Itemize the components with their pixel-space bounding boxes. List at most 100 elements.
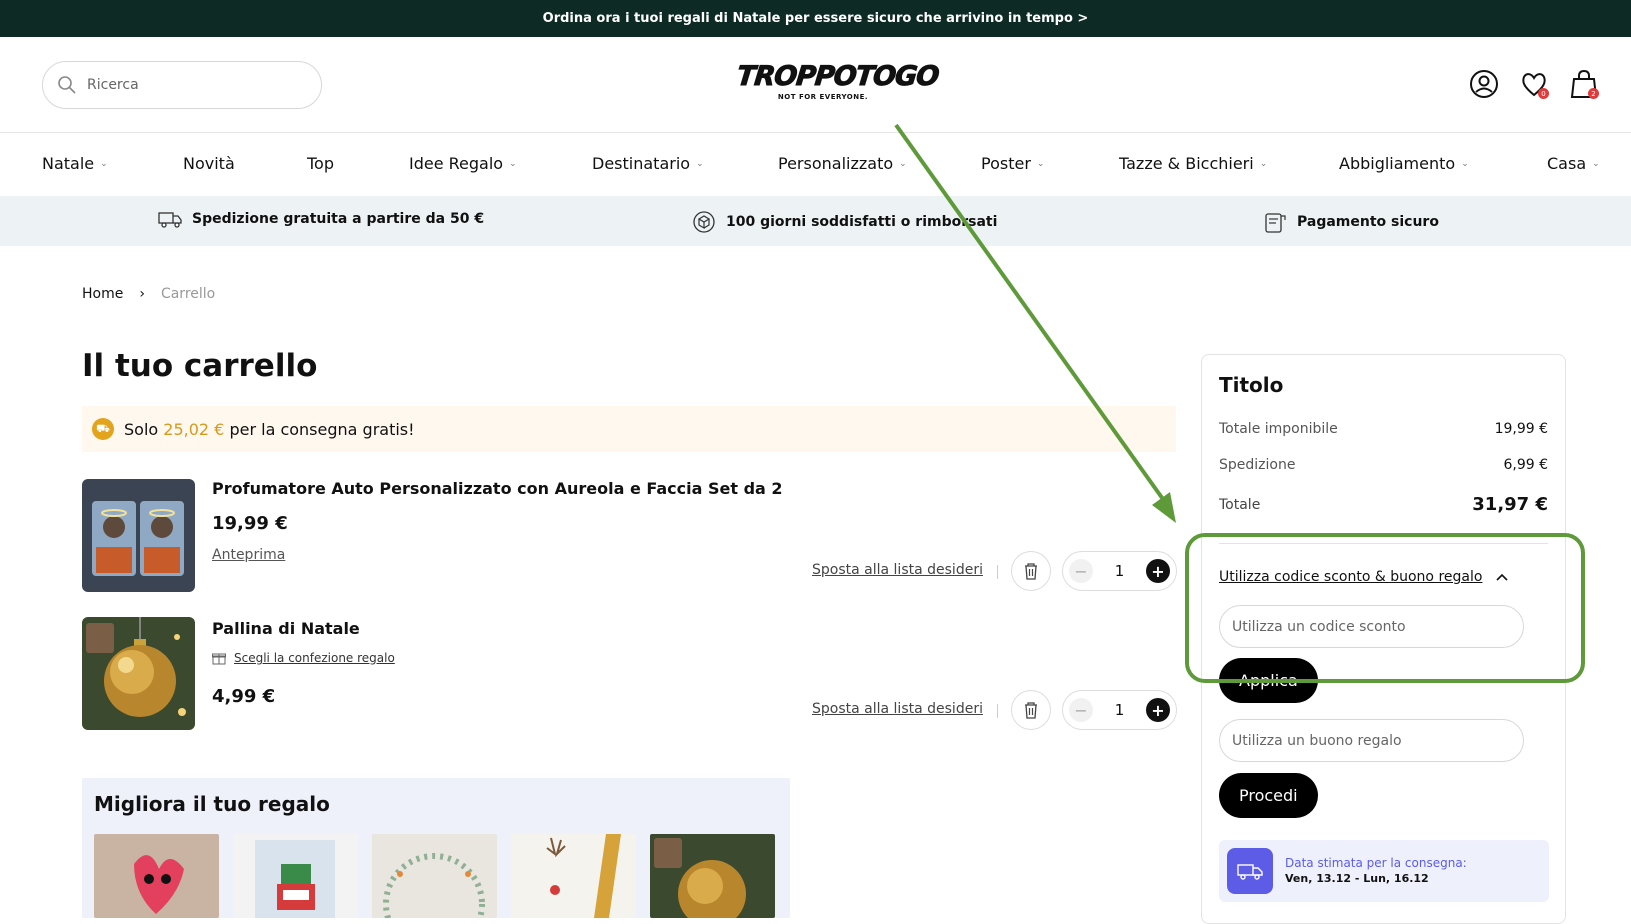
cart-count-badge: 2: [1588, 88, 1599, 99]
nav-item-abbigliamento[interactable]: Abbigliamento ⌄: [1339, 154, 1469, 173]
benefit-shipping: Spedizione gratuita a partire da 50 €: [158, 210, 484, 228]
nav-item-casa[interactable]: Casa ⌄: [1547, 154, 1600, 173]
header-icons: 0 2: [1467, 67, 1601, 101]
search-input[interactable]: [87, 77, 287, 93]
nav-item-poster[interactable]: Poster ⌄: [981, 154, 1044, 173]
upsell-product-image[interactable]: [233, 834, 358, 918]
product-name[interactable]: Pallina di Natale: [212, 619, 360, 638]
nav-item-tazze-bicchieri[interactable]: Tazze & Bicchieri ⌄: [1119, 154, 1267, 173]
increase-quantity-button[interactable]: +: [1145, 698, 1170, 722]
upsell-product-image[interactable]: [372, 834, 497, 918]
nav-item-personalizzato[interactable]: Personalizzato ⌄: [778, 154, 907, 173]
divider: [997, 704, 998, 718]
account-button[interactable]: [1467, 67, 1501, 101]
upsell-carousel: [94, 834, 775, 918]
free-shipping-banner: ⛟ Solo 25,02 € per la consegna gratis!: [82, 406, 1176, 452]
cart-item: Profumatore Auto Personalizzato con Aure…: [82, 479, 1177, 594]
preview-link[interactable]: Anteprima: [212, 547, 285, 563]
breadcrumb-separator: ›: [139, 286, 145, 302]
nav-item-natale[interactable]: Natale ⌄: [42, 154, 108, 173]
delivery-coin-icon: ⛟: [92, 418, 114, 440]
free-shipping-suffix: per la consegna gratis!: [229, 419, 415, 439]
remove-item-button[interactable]: [1011, 551, 1051, 591]
search-bar[interactable]: [42, 61, 322, 109]
trash-icon: [1025, 702, 1037, 719]
coupon-toggle[interactable]: Utilizza codice sconto & buono regalo: [1219, 569, 1509, 585]
gift-wrap-link[interactable]: Scegli la confezione regalo: [212, 651, 395, 665]
nav-item-idee-regalo[interactable]: Idee Regalo ⌄: [409, 154, 517, 173]
delivery-dates: Ven, 13.12 - Lun, 16.12: [1285, 872, 1429, 885]
shipping-label: Spedizione: [1219, 457, 1296, 473]
chevron-down-icon: ⌄: [100, 158, 108, 169]
free-shipping-text: Solo 25,02 € per la consegna gratis!: [124, 420, 415, 439]
receipt-icon: [1265, 213, 1286, 233]
summary-title: Titolo: [1219, 373, 1284, 397]
upsell-product-image[interactable]: [94, 834, 219, 918]
quantity-value[interactable]: 1: [1115, 701, 1125, 719]
total-value: 31,97 €: [1472, 494, 1548, 515]
remove-item-button[interactable]: [1011, 690, 1051, 730]
truck-icon: [158, 212, 182, 228]
coupon-toggle-label: Utilizza codice sconto & buono regalo: [1219, 569, 1483, 585]
move-to-wishlist-link[interactable]: Sposta alla lista desideri: [812, 562, 983, 578]
announcement-bar[interactable]: Ordina ora i tuoi regali di Natale per e…: [0, 0, 1631, 37]
logo-text: TROPPOTOGO: [735, 61, 940, 93]
increase-quantity-button[interactable]: +: [1145, 559, 1170, 583]
order-summary: Titolo Totale imponibile 19,99 € Spedizio…: [1201, 354, 1566, 924]
breadcrumb: Home › Carrello: [82, 286, 215, 302]
benefit-label: 100 giorni soddisfatti o rimborsati: [726, 214, 998, 230]
chevron-down-icon: ⌄: [1592, 158, 1600, 169]
nav-label: Top: [307, 154, 334, 173]
nav-label: Tazze & Bicchieri: [1119, 154, 1254, 173]
quantity-value[interactable]: 1: [1115, 562, 1125, 580]
chevron-down-icon: ⌄: [1259, 158, 1268, 169]
quantity-stepper: − 1 +: [1062, 551, 1177, 591]
decrease-quantity-button[interactable]: −: [1069, 698, 1093, 722]
benefit-payment: Pagamento sicuro: [1263, 210, 1439, 234]
product-image[interactable]: [82, 617, 195, 730]
product-image[interactable]: [82, 479, 195, 592]
shipping-value: 6,99 €: [1503, 457, 1548, 473]
discount-code-input[interactable]: [1219, 605, 1524, 648]
gift-wrap-label: Scegli la confezione regalo: [234, 651, 395, 665]
benefit-label: Spedizione gratuita a partire da 50 €: [192, 211, 485, 227]
chevron-down-icon: ⌄: [696, 158, 704, 169]
free-shipping-amount: 25,02 €: [163, 419, 225, 439]
upsell-section: Migliora il tuo regalo: [82, 778, 790, 918]
nav-label: Abbigliamento: [1339, 154, 1456, 173]
product-name[interactable]: Profumatore Auto Personalizzato con Aure…: [212, 479, 783, 498]
nav-label: Novità: [183, 154, 235, 173]
nav-label: Natale: [42, 154, 95, 173]
benefit-label: Pagamento sicuro: [1297, 214, 1439, 230]
nav-item-top[interactable]: Top: [307, 154, 334, 173]
proceed-button[interactable]: Procedi: [1219, 773, 1318, 818]
gift-voucher-input[interactable]: [1219, 719, 1524, 762]
nav-label: Personalizzato: [778, 154, 894, 173]
subtotal-row: Totale imponibile 19,99 €: [1219, 421, 1548, 437]
nav-item-destinatario[interactable]: Destinatario ⌄: [592, 154, 704, 173]
wishlist-button[interactable]: 0: [1517, 67, 1551, 101]
delivery-truck-icon: [1227, 848, 1273, 894]
move-to-wishlist-link[interactable]: Sposta alla lista desideri: [812, 701, 983, 717]
gift-icon: [212, 653, 226, 665]
apply-discount-button[interactable]: Applica: [1219, 658, 1318, 703]
announcement-text[interactable]: Ordina ora i tuoi regali di Natale per e…: [543, 11, 1089, 26]
upsell-product-image[interactable]: [511, 834, 636, 918]
nav-label: Poster: [981, 154, 1031, 173]
upsell-product-image[interactable]: [650, 834, 775, 918]
delivery-estimate: Data stimata per la consegna: Ven, 13.12…: [1219, 840, 1549, 902]
breadcrumb-home[interactable]: Home: [82, 286, 123, 302]
decrease-quantity-button[interactable]: −: [1069, 559, 1093, 583]
header: TROPPOTOGO NOT FOR EVERYONE. 0 2: [0, 37, 1631, 133]
product-price: 19,99 €: [212, 513, 288, 534]
chevron-down-icon: ⌄: [899, 158, 907, 169]
site-logo[interactable]: TROPPOTOGO NOT FOR EVERYONE.: [735, 61, 940, 105]
upsell-title: Migliora il tuo regalo: [94, 792, 330, 816]
total-label: Totale: [1219, 496, 1261, 513]
chevron-down-icon: ⌄: [509, 158, 517, 169]
search-icon: [58, 76, 76, 94]
nav-item-novita[interactable]: Novità: [183, 154, 235, 173]
cart-button[interactable]: 2: [1567, 67, 1601, 101]
benefits-bar: Spedizione gratuita a partire da 50 € 10…: [0, 196, 1631, 246]
divider: [997, 565, 998, 579]
